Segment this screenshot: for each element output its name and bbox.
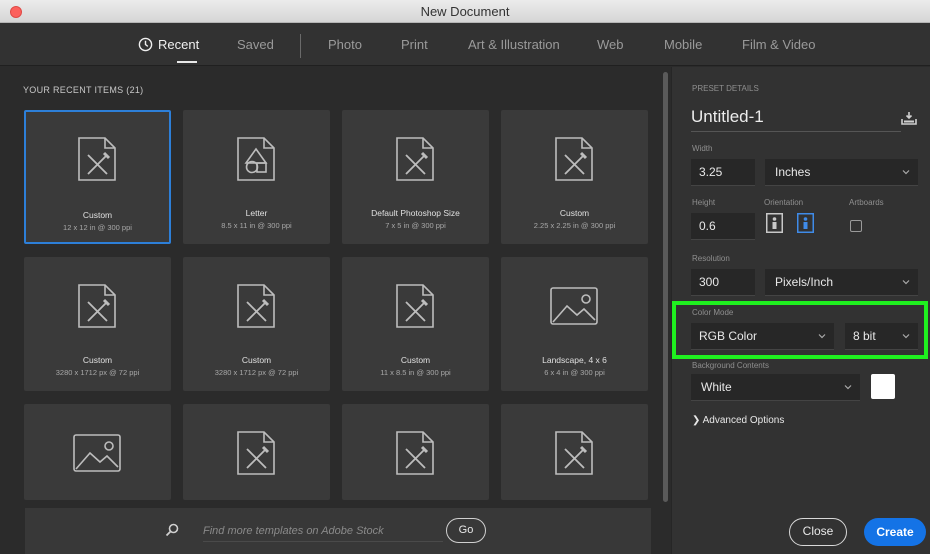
resolution-unit-select[interactable]: Pixels/Inch (765, 269, 918, 296)
adobe-stock-search: Find more templates on Adobe Stock Go (25, 508, 651, 554)
tab-recent[interactable]: Recent (158, 37, 199, 52)
chevron-right-icon: ❯ (692, 415, 701, 426)
title-bar: New Document (0, 0, 930, 23)
recent-item-size: 12 x 12 in @ 300 ppi (63, 223, 132, 232)
recent-item-tile[interactable] (342, 404, 489, 500)
recent-item-tile[interactable] (183, 404, 330, 500)
recent-item-tile[interactable] (501, 404, 648, 500)
document-brush-icon (78, 284, 116, 328)
recent-item-size: 3280 x 1712 px @ 72 ppi (55, 368, 140, 377)
tab-divider (300, 34, 301, 58)
recent-item-size: 2.25 x 2.25 in @ 300 ppi (533, 221, 616, 230)
recent-item-tile[interactable] (24, 404, 171, 500)
tab-art-illustration[interactable]: Art & Illustration (468, 37, 560, 52)
chevron-down-icon (902, 280, 910, 285)
chevron-down-icon (844, 385, 852, 390)
recent-item-size: 11 x 8.5 in @ 300 ppi (380, 368, 451, 377)
height-input[interactable]: 0.6 (691, 213, 755, 240)
document-brush-icon (555, 137, 593, 181)
recent-item-name: Landscape, 4 x 6 (542, 355, 607, 365)
recent-items-header: YOUR RECENT ITEMS (21) (23, 85, 144, 95)
search-icon (165, 523, 179, 537)
recent-item-name: Custom (82, 210, 113, 220)
recent-item-tile[interactable]: Custom 3280 x 1712 px @ 72 ppi (183, 257, 330, 391)
recent-item-name: Custom (559, 208, 590, 218)
document-brush-icon (396, 284, 434, 328)
recent-item-tile[interactable]: Custom 3280 x 1712 px @ 72 ppi (24, 257, 171, 391)
category-tabs: Recent Saved Photo Print Art & Illustrat… (0, 23, 930, 66)
document-brush-icon (555, 431, 593, 475)
width-input[interactable]: 3.25 (691, 159, 755, 186)
advanced-options-toggle[interactable]: ❯ Advanced Options (692, 415, 784, 426)
search-underline (203, 541, 443, 542)
scrollbar[interactable] (663, 72, 668, 502)
chevron-down-icon (902, 170, 910, 175)
document-brush-icon (396, 137, 434, 181)
tab-saved[interactable]: Saved (237, 37, 274, 52)
search-input[interactable]: Find more templates on Adobe Stock (203, 525, 384, 537)
close-button[interactable]: Close (789, 518, 847, 546)
recent-item-tile[interactable]: Letter 8.5 x 11 in @ 300 ppi (183, 110, 330, 244)
recent-item-name: Custom (400, 355, 431, 365)
tab-print[interactable]: Print (401, 37, 428, 52)
clock-icon (138, 37, 153, 52)
tab-mobile[interactable]: Mobile (664, 37, 702, 52)
preset-details-label: PRESET DETAILS (692, 84, 759, 93)
document-brush-icon (78, 137, 116, 181)
recent-items-panel: YOUR RECENT ITEMS (21) Custom 12 x 12 in … (0, 67, 671, 554)
active-tab-indicator (177, 61, 197, 63)
save-preset-icon[interactable] (901, 111, 917, 125)
document-brush-icon (237, 284, 275, 328)
artboards-checkbox[interactable] (850, 220, 862, 232)
portrait-orientation-icon[interactable] (766, 213, 783, 233)
image-landscape-icon (550, 287, 598, 325)
recent-item-name: Custom (241, 355, 272, 365)
recent-item-tile[interactable]: Default Photoshop Size 7 x 5 in @ 300 ppi (342, 110, 489, 244)
document-brush-icon (396, 431, 434, 475)
tab-photo[interactable]: Photo (328, 37, 362, 52)
orientation-label: Orientation (764, 198, 804, 207)
height-label: Height (692, 198, 716, 207)
recent-item-tile[interactable]: Landscape, 4 x 6 6 x 4 in @ 300 ppi (501, 257, 648, 391)
preset-name-field[interactable]: Untitled-1 (691, 107, 901, 132)
background-contents-select[interactable]: White (691, 374, 860, 401)
recent-item-tile[interactable]: Custom 12 x 12 in @ 300 ppi (24, 110, 171, 244)
recent-item-name: Default Photoshop Size (371, 208, 460, 218)
landscape-orientation-icon[interactable] (797, 213, 814, 233)
color-mode-highlight (672, 301, 928, 359)
recent-item-size: 8.5 x 11 in @ 300 ppi (221, 221, 292, 230)
recent-item-tile[interactable]: Custom 2.25 x 2.25 in @ 300 ppi (501, 110, 648, 244)
background-contents-label: Background Contents (692, 361, 769, 370)
recent-item-size: 6 x 4 in @ 300 ppi (544, 368, 605, 377)
recent-item-tile[interactable]: Custom 11 x 8.5 in @ 300 ppi (342, 257, 489, 391)
go-button[interactable]: Go (446, 518, 486, 543)
window-title: New Document (420, 4, 510, 19)
recent-item-size: 3280 x 1712 px @ 72 ppi (214, 368, 299, 377)
width-unit-select[interactable]: Inches (765, 159, 918, 186)
background-color-swatch[interactable] (871, 374, 895, 399)
tab-film-video[interactable]: Film & Video (742, 37, 815, 52)
width-label: Width (692, 144, 713, 153)
resolution-input[interactable]: 300 (691, 269, 755, 296)
image-landscape-icon (73, 434, 121, 472)
document-brush-icon (237, 431, 275, 475)
document-shapes-icon (237, 137, 275, 181)
recent-item-name: Custom (82, 355, 113, 365)
create-button[interactable]: Create (864, 518, 926, 546)
artboards-label: Artboards (849, 198, 884, 207)
recent-item-size: 7 x 5 in @ 300 ppi (385, 221, 446, 230)
resolution-label: Resolution (692, 254, 730, 263)
recent-item-name: Letter (245, 208, 268, 218)
tab-web[interactable]: Web (597, 37, 624, 52)
